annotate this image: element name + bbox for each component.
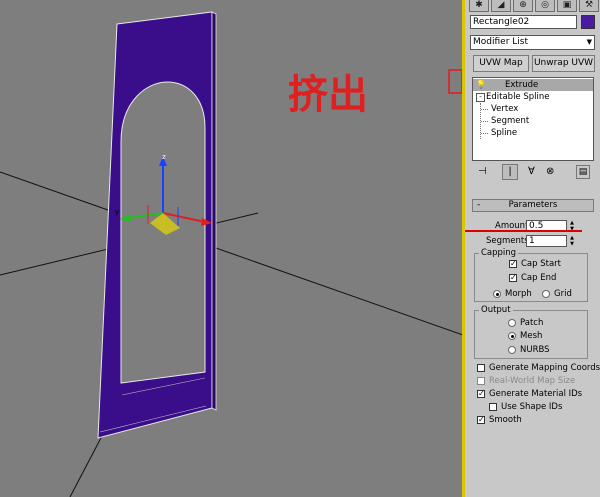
gen-material-ids-label: Generate Material IDs: [489, 389, 583, 399]
grid-radio[interactable]: [542, 290, 550, 298]
capping-title: Capping: [479, 248, 519, 258]
pin-stack-icon[interactable]: ⊣: [478, 166, 487, 177]
uvw-map-button[interactable]: UVW Map: [473, 55, 529, 72]
segments-label: Segments:: [486, 236, 532, 246]
stack-item-segment[interactable]: Segment: [473, 115, 593, 127]
lightbulb-icon[interactable]: 💡: [476, 79, 486, 91]
annotation-highlight-box: [448, 69, 463, 94]
command-panel: ✱ ◢ ⊕ ◎ ▣ ⚒ Rectangle02 Modifier List ▼ …: [465, 0, 600, 497]
unwrap-uvw-button[interactable]: Unwrap UVW: [532, 55, 595, 72]
parameters-title: Parameters: [508, 200, 558, 210]
mesh-radio[interactable]: [508, 332, 516, 340]
show-end-result-icon[interactable]: |: [502, 164, 518, 180]
viewport-grid: [0, 171, 463, 497]
parameters-rollout-header[interactable]: - Parameters: [472, 199, 594, 212]
gen-material-ids-checkbox[interactable]: ✓: [477, 390, 485, 398]
stack-item-vertex[interactable]: Vertex: [473, 103, 593, 139]
gizmo-z-label: z: [162, 153, 166, 161]
patch-label: Patch: [520, 318, 544, 328]
annotation-extrude-text: 挤出: [288, 72, 368, 118]
gen-mapping-checkbox[interactable]: [477, 364, 485, 372]
modifier-list-dropdown[interactable]: Modifier List ▼: [470, 35, 595, 50]
stack-toolbar: ⊣ | ∀ ⊗ ▤: [470, 163, 595, 183]
nurbs-radio[interactable]: [508, 346, 516, 354]
morph-label: Morph: [505, 289, 532, 299]
segments-spinner[interactable]: ▲ ▼: [568, 235, 576, 247]
stack-item-spline[interactable]: Spline: [473, 127, 593, 139]
remove-modifier-icon[interactable]: ⊗: [546, 166, 554, 177]
cap-start-label: Cap Start: [521, 259, 562, 269]
motion-icon[interactable]: ◎: [535, 0, 555, 12]
hierarchy-icon[interactable]: ⊕: [513, 0, 533, 12]
chevron-down-icon: ▼: [586, 38, 592, 46]
gen-mapping-label: Generate Mapping Coords.: [489, 363, 600, 373]
collapse-toggle-icon[interactable]: -: [476, 93, 485, 102]
configure-sets-icon[interactable]: ▤: [576, 165, 590, 179]
utilities-icon[interactable]: ⚒: [579, 0, 599, 12]
object-name-field[interactable]: Rectangle02: [470, 15, 577, 29]
patch-radio[interactable]: [508, 319, 516, 327]
stack-item-editable-spline[interactable]: - Editable Spline: [473, 91, 593, 103]
cap-end-label: Cap End: [521, 273, 557, 283]
real-world-label: Real-World Map Size: [489, 376, 576, 386]
modifier-list-label: Modifier List: [473, 37, 528, 47]
use-shape-ids-label: Use Shape IDs: [501, 402, 563, 412]
make-unique-icon[interactable]: ∀: [528, 166, 535, 177]
cap-start-checkbox[interactable]: ✓: [509, 260, 517, 268]
modifier-stack: 💡 Extrude - Editable Spline Vertex Segme…: [472, 77, 594, 161]
object-color-swatch[interactable]: [581, 15, 595, 29]
output-title: Output: [479, 305, 513, 315]
morph-radio[interactable]: [493, 290, 501, 298]
smooth-label: Smooth: [489, 415, 522, 425]
create-icon[interactable]: ✱: [469, 0, 489, 12]
stack-item-extrude[interactable]: 💡 Extrude: [473, 79, 593, 91]
modify-icon[interactable]: ◢: [491, 0, 511, 12]
grid-label: Grid: [554, 289, 572, 299]
display-icon[interactable]: ▣: [557, 0, 577, 12]
perspective-viewport[interactable]: z y 挤出: [0, 0, 463, 497]
segments-input[interactable]: 1: [526, 235, 567, 247]
gizmo-y-label: y: [115, 208, 119, 216]
smooth-checkbox[interactable]: ✓: [477, 416, 485, 424]
annotation-underline: [465, 230, 582, 232]
use-shape-ids-checkbox[interactable]: [489, 403, 497, 411]
nurbs-label: NURBS: [520, 345, 550, 355]
cap-end-checkbox[interactable]: ✓: [509, 274, 517, 282]
mesh-label: Mesh: [520, 331, 543, 341]
real-world-checkbox: [477, 377, 485, 385]
